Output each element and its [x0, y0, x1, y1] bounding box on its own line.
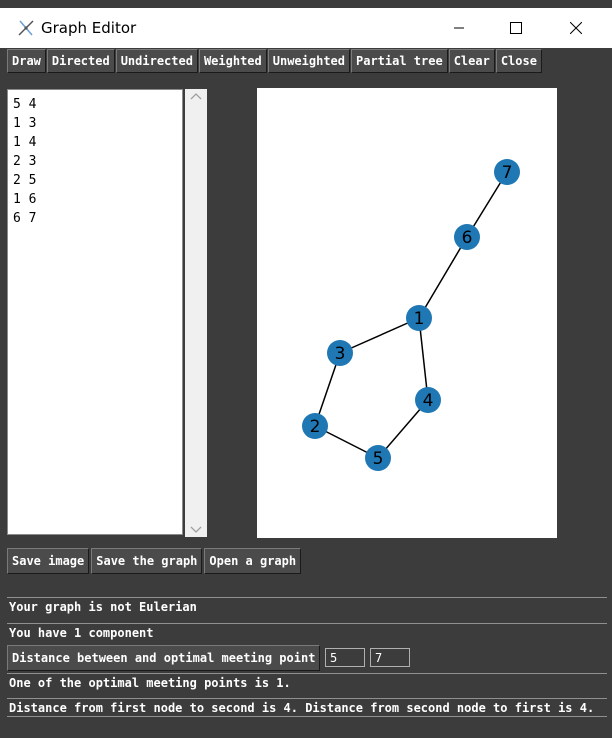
- draw-button[interactable]: Draw: [7, 49, 46, 73]
- close-button[interactable]: Close: [495, 49, 542, 73]
- maximize-icon: [510, 22, 522, 34]
- title-bar: Graph Editor: [0, 8, 612, 48]
- clear-button[interactable]: Clear: [448, 49, 495, 73]
- eulerian-status: Your graph is not Eulerian: [7, 597, 607, 616]
- svg-text:1: 1: [414, 309, 425, 329]
- weighted-button[interactable]: Weighted: [198, 49, 267, 73]
- graph-node-4[interactable]: 4: [415, 387, 441, 413]
- toolbar: Draw Directed Undirected Weighted Unweig…: [7, 49, 543, 73]
- svg-text:3: 3: [335, 344, 346, 364]
- edge-list-editor-container: 5 4 1 3 1 4 2 3 2 5 1 6 6 7: [7, 89, 207, 537]
- graph-node-3[interactable]: 3: [327, 340, 353, 366]
- graph-node-5[interactable]: 5: [365, 445, 391, 471]
- distance-result-text: Distance from first node to second is 4.…: [7, 698, 607, 717]
- file-button-row: Save image Save the graph Open a graph: [7, 548, 303, 574]
- chevron-down-icon[interactable]: [190, 526, 202, 534]
- graph-edge-1-6: [418, 236, 468, 319]
- optimal-meeting-point-text: One of the optimal meeting points is 1.: [7, 673, 607, 692]
- svg-text:6: 6: [462, 228, 473, 248]
- svg-text:5: 5: [373, 449, 384, 469]
- graph-app-icon: [18, 20, 34, 36]
- svg-text:4: 4: [423, 391, 434, 411]
- graph-node-1[interactable]: 1: [406, 305, 432, 331]
- open-graph-button[interactable]: Open a graph: [204, 548, 302, 574]
- partial-tree-button[interactable]: Partial tree: [351, 49, 448, 73]
- divider: [7, 716, 607, 717]
- maximize-button[interactable]: [493, 8, 539, 48]
- graph-node-7[interactable]: 7: [494, 159, 520, 185]
- save-image-button[interactable]: Save image: [7, 548, 90, 574]
- minimize-icon: [454, 27, 464, 29]
- directed-button[interactable]: Directed: [46, 49, 115, 73]
- window-title: Graph Editor: [41, 19, 137, 37]
- save-graph-button[interactable]: Save the graph: [91, 548, 203, 574]
- from-node-input[interactable]: 5: [325, 648, 365, 667]
- chevron-up-icon[interactable]: [190, 92, 202, 100]
- graph-canvas[interactable]: 1 2 3 4 5 6 7: [257, 88, 557, 538]
- edge-list-editor[interactable]: 5 4 1 3 1 4 2 3 2 5 1 6 6 7: [7, 89, 183, 535]
- edge-list-text: 5 4 1 3 1 4 2 3 2 5 1 6 6 7: [13, 97, 37, 226]
- unweighted-button[interactable]: Unweighted: [267, 49, 350, 73]
- close-window-button[interactable]: [553, 8, 599, 48]
- distance-button[interactable]: Distance between and optimal meeting poi…: [7, 645, 321, 671]
- graph-drawing: 1 2 3 4 5 6 7: [302, 159, 520, 471]
- undirected-button[interactable]: Undirected: [115, 49, 198, 73]
- close-icon: [570, 22, 582, 34]
- svg-text:7: 7: [502, 163, 513, 183]
- svg-text:2: 2: [310, 417, 321, 437]
- component-status: You have 1 component: [7, 623, 607, 642]
- to-node-input[interactable]: 7: [370, 648, 410, 667]
- minimize-button[interactable]: [436, 8, 482, 48]
- graph-node-2[interactable]: 2: [302, 413, 328, 439]
- editor-scrollbar[interactable]: [185, 89, 207, 537]
- graph-node-6[interactable]: 6: [454, 224, 480, 250]
